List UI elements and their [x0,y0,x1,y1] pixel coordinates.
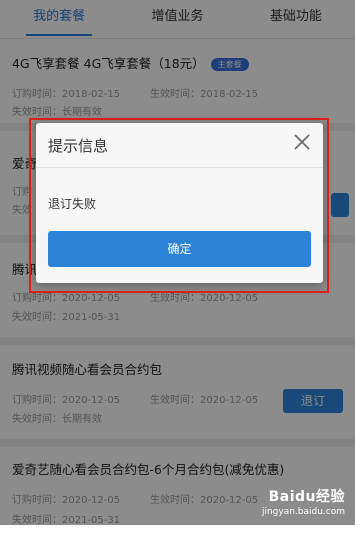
dialog-title: 提示信息 [48,137,109,155]
confirm-button[interactable]: 确定 [48,231,311,267]
dialog-message: 退订失败 [48,197,97,211]
close-icon[interactable] [293,133,311,151]
watermark-url: jingyan.baidu.com [261,507,345,517]
baidu-jingyan-logo: Baidu经验 [268,489,345,505]
watermark: Baidu经验 jingyan.baidu.com [262,486,345,517]
dialog-divider [36,167,323,168]
alert-dialog: 提示信息 退订失败 确定 [36,123,323,283]
